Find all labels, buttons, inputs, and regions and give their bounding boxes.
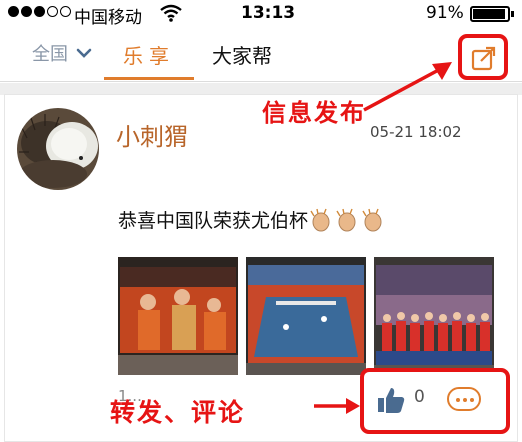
more-options-button[interactable] xyxy=(447,387,481,411)
annotation-arrow-icon xyxy=(314,398,360,414)
thumbs-up-icon[interactable] xyxy=(376,386,406,414)
active-tab-indicator xyxy=(104,77,194,80)
region-selector[interactable]: 全国 xyxy=(32,40,92,66)
battery-percent: 91% xyxy=(426,3,464,23)
tab-dajiabang[interactable]: 大家帮 xyxy=(212,40,272,69)
post-image-3[interactable] xyxy=(374,257,494,375)
chevron-down-icon xyxy=(76,48,92,58)
annotation-arrow-icon xyxy=(363,62,452,112)
post-timestamp: 05-21 18:02 xyxy=(370,123,462,141)
battery-icon xyxy=(470,6,514,22)
compose-button[interactable] xyxy=(458,34,508,80)
signal-strength-icon xyxy=(8,6,71,17)
post-image-2[interactable] xyxy=(246,257,366,375)
like-count: 0 xyxy=(414,387,425,407)
clap-emoji-icon xyxy=(362,208,382,231)
post-content: 恭喜中国队荣获尤伯杯 xyxy=(118,206,386,233)
annotation-share-comment-label: 转发、评论 xyxy=(110,398,246,427)
post-username[interactable]: 小刺猬 xyxy=(116,117,188,152)
clap-emoji-icon xyxy=(310,208,330,231)
clap-emoji-icon xyxy=(336,208,356,231)
status-clock: 13:13 xyxy=(241,3,296,23)
annotation-publish-label: 信息发布 xyxy=(262,99,366,127)
post-image-1[interactable] xyxy=(118,257,238,375)
avatar[interactable] xyxy=(17,108,99,190)
post-text: 恭喜中国队荣获尤伯杯 xyxy=(118,210,309,232)
tab-lexiang[interactable]: 乐享 xyxy=(123,40,175,69)
status-bar: 中国移动 13:13 91% xyxy=(0,0,522,28)
carrier-name: 中国移动 xyxy=(74,8,142,28)
compose-icon xyxy=(471,46,496,71)
wifi-icon xyxy=(160,4,182,22)
region-label: 全国 xyxy=(32,44,68,65)
